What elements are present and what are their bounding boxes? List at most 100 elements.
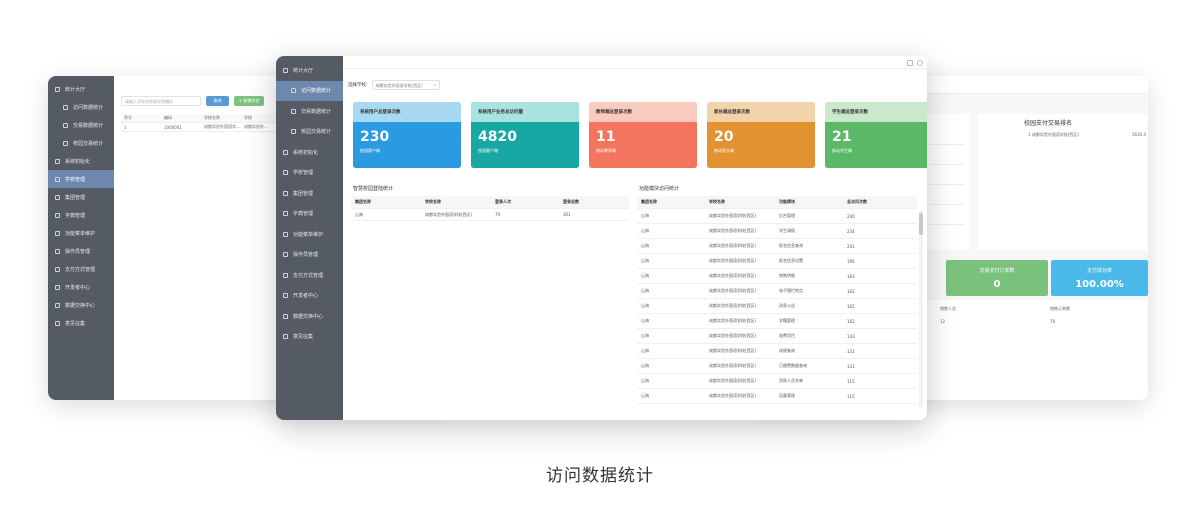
column-header: 总访问次数 [847, 199, 867, 204]
sidebar-item[interactable]: 开发者中心 [48, 278, 114, 296]
stat-card: 教师端总登录次数 11 移动教师端 [589, 102, 697, 168]
table-cell: 山海 [641, 213, 649, 218]
sidebar-item[interactable]: 字典管理 [276, 204, 343, 225]
sidebar-item[interactable]: 校园交易统计 [48, 134, 114, 152]
user-icon[interactable] [917, 60, 923, 66]
sidebar-item[interactable]: 访问数据统计 [276, 80, 343, 101]
scrollbar-thumb[interactable] [919, 213, 923, 235]
card-title: 交易支付订单数 [979, 268, 1015, 274]
table-cell: 115 [847, 393, 855, 399]
table-cell: 成都实验外国语学校(西区) [709, 303, 757, 308]
stat-card-label: 移动教师端 [596, 148, 616, 153]
sidebar-item[interactable]: 意见征集 [48, 314, 114, 332]
table-cell: 后台管理 [779, 213, 795, 218]
table-row[interactable]: 山海 成都实验外国语学校(西区) 电子围栏地点 162 [637, 284, 917, 299]
table-row[interactable]: 山海 成都实验外国语学校(西区) 资助人员名单 115 [637, 374, 917, 389]
sidebar-item[interactable]: 统计大厅 [48, 80, 114, 98]
sidebar-item[interactable]: 系统初始化 [48, 152, 114, 170]
sidebar-item[interactable]: 学校管理 [276, 163, 343, 184]
menu-icon [283, 293, 288, 299]
sidebar-item[interactable]: 支付方式管理 [48, 260, 114, 278]
sidebar-item-label: 系统初始化 [65, 158, 91, 165]
sidebar-item-label: 数据交换中心 [293, 313, 324, 320]
table-cell: 山海 [641, 363, 649, 368]
menu-icon [283, 252, 288, 258]
sidebar-item[interactable]: 操作员管理 [276, 245, 343, 266]
sidebar-item[interactable]: 数据交换中心 [276, 306, 343, 327]
table-row[interactable]: 山海 成都实验外国语学校(西区) 设备管理 115 [637, 389, 917, 404]
column-header: 登录人次 [495, 199, 511, 204]
sidebar-item[interactable]: 意见征集 [276, 327, 343, 348]
sidebar-item[interactable]: 交易数据统计 [48, 116, 114, 134]
sidebar-item[interactable]: 功能菜单维护 [48, 224, 114, 242]
sidebar-item[interactable]: 数据交换中心 [48, 296, 114, 314]
stat-card-label: 校园客户端 [360, 148, 380, 153]
table-cell: 1 [124, 124, 127, 130]
table-row[interactable]: 山海 成都实验外国语学校(西区) 消息公告 162 [637, 299, 917, 314]
sidebar-item[interactable]: 交易数据统计 [276, 101, 343, 122]
table-cell: 240 [847, 213, 855, 219]
table-cell: 成绩查询 [779, 348, 795, 353]
table-row[interactable]: 山海 成都实验外国语学校(西区) 收费项目 143 [637, 329, 917, 344]
sidebar-item-label: 交易数据统计 [301, 108, 332, 115]
sidebar-item-label: 操作员管理 [65, 248, 91, 255]
menu-icon [55, 302, 60, 308]
add-school-button[interactable]: + 新增学校 [234, 96, 264, 106]
lock-icon[interactable] [907, 60, 913, 66]
sidebar-item[interactable]: 功能菜单维护 [276, 224, 343, 245]
sidebar-item[interactable]: 支付方式管理 [276, 265, 343, 286]
table-row[interactable]: 山海 成都实验外国语学校(西区) 学籍管理 162 [637, 314, 917, 329]
sidebar-item[interactable]: 开发者中心 [276, 286, 343, 307]
sales-order-value: 78 [1050, 319, 1056, 324]
stat-card-title: 系统用户业务总访问量 [471, 102, 579, 122]
school-search-input[interactable]: 请输入学校名称或学校编码 [121, 96, 201, 106]
gridline [930, 144, 964, 145]
column-header: 学校名称 [709, 199, 725, 204]
order-count-card: 交易支付订单数 0 [946, 260, 1048, 296]
sidebar-item[interactable]: 学校管理 [48, 170, 114, 188]
table-row[interactable]: 1 1000001 成都实验外国语学... 成都实验外... [121, 123, 281, 132]
ranking-item: 1 成都实验外国语学校(西区) [1028, 132, 1079, 137]
sidebar-item-label: 功能菜单维护 [65, 230, 96, 237]
center-sidebar: 统计大厅 访问数据统计交易数据统计校园交易统计 系统初始化学校管理集团管理 字典管理功… [276, 56, 343, 420]
table-row[interactable]: 山海 成都实验外国语学校(西区) 已缴费数据查询 131 [637, 359, 917, 374]
table-row[interactable]: 山海 成都实验外国语学校(西区) 成绩查询 131 [637, 344, 917, 359]
table-cell: 山海 [641, 273, 649, 278]
stat-card-body: 230 校园客户端 [353, 122, 461, 168]
table-cell: 学生请假 [779, 228, 795, 233]
table-cell: 山海 [641, 318, 649, 323]
table-cell: 山海 [641, 243, 649, 248]
stat-card: 学生端总登录次数 21 移动学生端 [825, 102, 927, 168]
sidebar-item[interactable]: 操作员管理 [48, 242, 114, 260]
sidebar-item-label: 学校管理 [293, 170, 314, 177]
sidebar-item-label: 意见征集 [293, 334, 314, 341]
menu-icon [63, 140, 68, 146]
table-row[interactable]: 山海 成都实验外国语学校(西区) 报名信息设置 196 [637, 254, 917, 269]
table-cell: 143 [847, 333, 855, 339]
center-topbar [343, 56, 927, 69]
stat-card-value: 4820 [478, 129, 517, 145]
query-button[interactable]: 查询 [206, 96, 229, 106]
sidebar-item[interactable]: 统计大厅 [276, 60, 343, 81]
school-selector-label: 选择学校: [348, 83, 368, 88]
table-cell: 成都实验外国语学校(西区) [709, 318, 757, 323]
menu-icon [283, 67, 288, 73]
table-row[interactable]: 山海 成都实验外国语学校(西区) 销售明细 163 [637, 269, 917, 284]
sidebar-item[interactable]: 访问数据统计 [48, 98, 114, 116]
school-select[interactable]: 成都实验外国语学校(西区) ⌄ [371, 80, 440, 90]
table-cell: 资助人员名单 [779, 378, 803, 383]
module-stats-table: 集团名称 学校名称 功能模块 总访问次数 山海 成都实验外国语学校(西区) 后台管理 240 山… [637, 196, 917, 404]
table-row[interactable]: 山海 成都实验外国语学校(西区) 79 301 [351, 209, 629, 221]
table-row[interactable]: 山海 成都实验外国语学校(西区) 学生请假 234 [637, 224, 917, 239]
table-row[interactable]: 山海 成都实验外国语学校(西区) 后台管理 240 [637, 209, 917, 224]
sidebar-item[interactable]: 校园交易统计 [276, 122, 343, 143]
sidebar-item[interactable]: 系统初始化 [276, 142, 343, 163]
sidebar-item[interactable]: 集团管理 [48, 188, 114, 206]
sidebar-item[interactable]: 集团管理 [276, 183, 343, 204]
table-cell: 电子围栏地点 [779, 288, 803, 293]
sidebar-item[interactable]: 字典管理 [48, 206, 114, 224]
module-table-scrollbar[interactable] [919, 211, 923, 407]
menu-icon [55, 248, 60, 254]
table-row[interactable]: 山海 成都实验外国语学校(西区) 报名信息查询 201 [637, 239, 917, 254]
stat-card-label: 移动家长端 [714, 148, 734, 153]
